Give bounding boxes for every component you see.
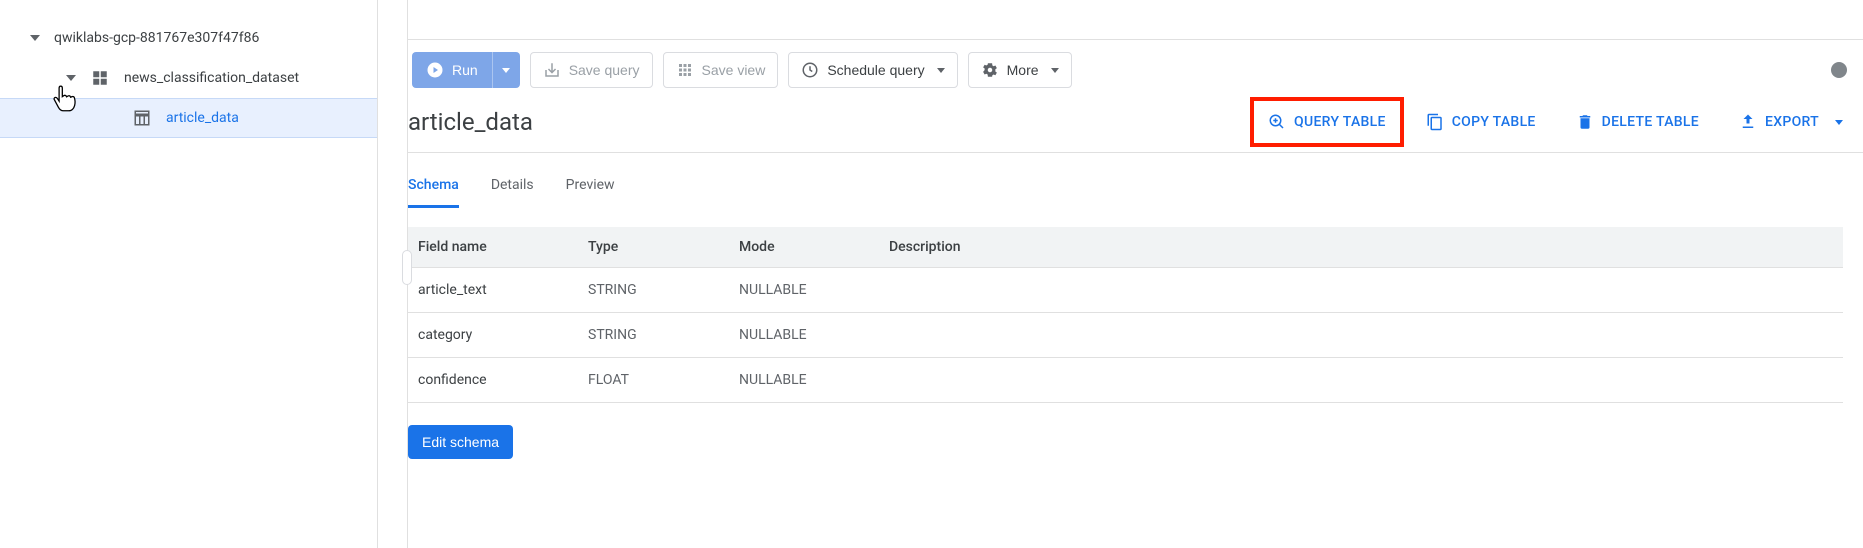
cell-field: confidence <box>408 358 578 403</box>
save-query-label: Save query <box>569 62 640 78</box>
schema-row: article_text STRING NULLABLE <box>408 268 1843 313</box>
save-view-label: Save view <box>702 62 766 78</box>
cell-description <box>879 268 1843 313</box>
table-icon <box>132 108 152 128</box>
dataset-tree-item[interactable]: news_classification_dataset <box>0 58 377 98</box>
navigation-sidebar: qwiklabs-gcp-881767e307f47f86 news_class… <box>0 0 378 548</box>
toolbar: Run Save query Save view Schedule query … <box>408 40 1863 100</box>
query-table-button[interactable]: QUERY TABLE <box>1250 97 1404 147</box>
editor-pane <box>408 0 1863 40</box>
caret-down-icon <box>937 68 945 73</box>
run-dropdown[interactable] <box>492 52 520 88</box>
more-label: More <box>1007 62 1039 78</box>
save-query-button[interactable]: Save query <box>530 52 653 88</box>
cell-mode: NULLABLE <box>729 358 879 403</box>
export-button[interactable]: EXPORT <box>1739 113 1843 131</box>
more-button[interactable]: More <box>968 52 1072 88</box>
cell-mode: NULLABLE <box>729 313 879 358</box>
cell-type: FLOAT <box>578 358 729 403</box>
tabs: Schema Details Preview <box>408 153 1843 209</box>
table-actions: QUERY TABLE COPY TABLE DELETE TABLE EXPO… <box>1268 113 1843 131</box>
copy-table-button[interactable]: COPY TABLE <box>1426 113 1536 131</box>
main-pane: Run Save query Save view Schedule query … <box>408 0 1863 548</box>
resize-divider[interactable] <box>378 0 408 548</box>
caret-down-icon <box>502 68 510 73</box>
run-button-group: Run <box>412 52 520 88</box>
content-area: Schema Details Preview Field name Type M… <box>408 153 1863 459</box>
copy-table-label: COPY TABLE <box>1452 114 1536 130</box>
schema-table: Field name Type Mode Description article… <box>408 227 1843 403</box>
project-tree-item[interactable]: qwiklabs-gcp-881767e307f47f86 <box>0 18 377 58</box>
export-label: EXPORT <box>1765 114 1819 130</box>
cell-type: STRING <box>578 313 729 358</box>
cell-mode: NULLABLE <box>729 268 879 313</box>
schema-row: category STRING NULLABLE <box>408 313 1843 358</box>
schedule-query-label: Schedule query <box>827 62 924 78</box>
table-title: article_data <box>408 108 533 136</box>
table-label: article_data <box>166 110 239 126</box>
header-description: Description <box>879 227 1843 268</box>
header-field-name: Field name <box>408 227 578 268</box>
caret-down-icon <box>1835 120 1843 125</box>
tab-schema[interactable]: Schema <box>408 177 459 208</box>
delete-table-label: DELETE TABLE <box>1602 114 1699 130</box>
table-header-row: article_data QUERY TABLE COPY TABLE DELE… <box>408 100 1863 153</box>
delete-table-button[interactable]: DELETE TABLE <box>1576 113 1699 131</box>
header-type: Type <box>578 227 729 268</box>
chevron-down-icon <box>66 75 76 81</box>
edit-schema-button[interactable]: Edit schema <box>408 425 513 459</box>
project-label: qwiklabs-gcp-881767e307f47f86 <box>54 30 259 46</box>
drag-handle-icon[interactable] <box>402 250 412 285</box>
tab-preview[interactable]: Preview <box>566 177 615 208</box>
schedule-query-button[interactable]: Schedule query <box>788 52 957 88</box>
tab-details[interactable]: Details <box>491 177 534 208</box>
query-table-label: QUERY TABLE <box>1294 114 1386 130</box>
header-mode: Mode <box>729 227 879 268</box>
cell-description <box>879 313 1843 358</box>
run-button[interactable]: Run <box>412 52 492 88</box>
cell-description <box>879 358 1843 403</box>
dataset-label: news_classification_dataset <box>124 70 299 86</box>
schema-row: confidence FLOAT NULLABLE <box>408 358 1843 403</box>
save-view-button[interactable]: Save view <box>663 52 779 88</box>
table-tree-item-selected[interactable]: article_data <box>0 98 377 138</box>
schema-header-row: Field name Type Mode Description <box>408 227 1843 268</box>
cell-type: STRING <box>578 268 729 313</box>
cell-field: article_text <box>408 268 578 313</box>
dataset-icon <box>90 68 110 88</box>
chevron-down-icon <box>30 35 40 41</box>
cell-field: category <box>408 313 578 358</box>
caret-down-icon <box>1051 68 1059 73</box>
status-indicator <box>1831 62 1847 78</box>
run-label: Run <box>452 62 478 78</box>
